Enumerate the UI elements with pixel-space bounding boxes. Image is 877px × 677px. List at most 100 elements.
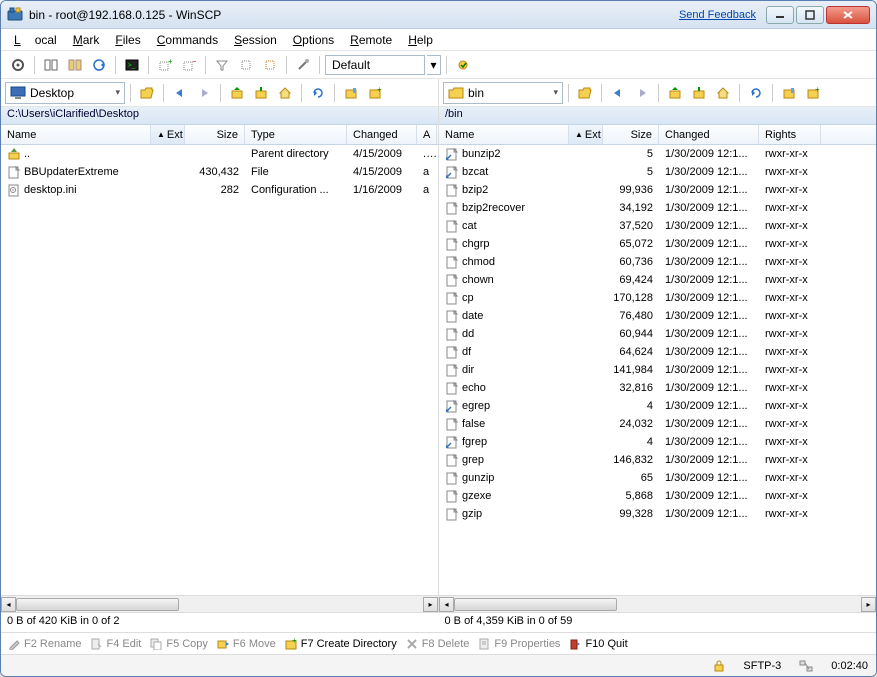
- cmd-rename[interactable]: F2 Rename: [7, 637, 81, 651]
- remote-bookmark-icon[interactable]: [778, 82, 800, 104]
- local-grid-body[interactable]: ..Parent directory4/15/2009...BBUpdaterE…: [1, 145, 438, 595]
- cmd-create-directory[interactable]: +F7 Create Directory: [284, 637, 397, 651]
- remote-root-icon[interactable]: [688, 82, 710, 104]
- gear-icon[interactable]: [7, 54, 29, 76]
- menu-session[interactable]: Session: [227, 31, 284, 49]
- table-row[interactable]: bzip299,9361/30/2009 12:1...rwxr-xr-x: [439, 181, 876, 199]
- local-col-type[interactable]: Type: [245, 125, 347, 144]
- table-row[interactable]: gzip99,3281/30/2009 12:1...rwxr-xr-x: [439, 505, 876, 523]
- remote-home-icon[interactable]: [712, 82, 734, 104]
- table-row[interactable]: echo32,8161/30/2009 12:1...rwxr-xr-x: [439, 379, 876, 397]
- table-row[interactable]: ..Parent directory4/15/2009...: [1, 145, 438, 163]
- remote-refresh-icon[interactable]: [745, 82, 767, 104]
- cmd-delete[interactable]: F8 Delete: [405, 637, 470, 651]
- table-row[interactable]: df64,6241/30/2009 12:1...rwxr-xr-x: [439, 343, 876, 361]
- local-bookmark-icon[interactable]: [340, 82, 362, 104]
- table-row[interactable]: BBUpdaterExtreme430,432File4/15/2009a: [1, 163, 438, 181]
- remote-col-name[interactable]: Name: [439, 125, 569, 144]
- quit-icon: [568, 637, 582, 651]
- sync-browse-icon[interactable]: [40, 54, 62, 76]
- table-row[interactable]: dir141,9841/30/2009 12:1...rwxr-xr-x: [439, 361, 876, 379]
- local-back-icon[interactable]: [169, 82, 191, 104]
- table-row[interactable]: cat37,5201/30/2009 12:1...rwxr-xr-x: [439, 217, 876, 235]
- remote-status: 0 B of 4,359 KiB in 0 of 59: [439, 613, 877, 632]
- menu-options[interactable]: Options: [286, 31, 341, 49]
- remote-bookmark-add-icon[interactable]: +: [802, 82, 824, 104]
- queue-add-icon[interactable]: +: [154, 54, 176, 76]
- remote-drive-combo[interactable]: bin ▾: [443, 82, 563, 104]
- local-drive-combo[interactable]: Desktop ▾: [5, 82, 125, 104]
- close-button[interactable]: [826, 6, 870, 24]
- menu-local[interactable]: Local: [7, 31, 64, 49]
- terminal-icon[interactable]: >_: [121, 54, 143, 76]
- local-home-icon[interactable]: [274, 82, 296, 104]
- transfer-settings-icon[interactable]: [452, 54, 474, 76]
- compare-dirs-icon[interactable]: [64, 54, 86, 76]
- transfer-preset-combo[interactable]: Default: [325, 55, 425, 75]
- remote-hscroll[interactable]: ◂ ▸: [439, 595, 876, 612]
- local-parent-icon[interactable]: [226, 82, 248, 104]
- file-icon: [7, 147, 21, 161]
- remote-grid-body[interactable]: bunzip251/30/2009 12:1...rwxr-xr-xbzcat5…: [439, 145, 876, 595]
- table-row[interactable]: egrep41/30/2009 12:1...rwxr-xr-x: [439, 397, 876, 415]
- table-row[interactable]: fgrep41/30/2009 12:1...rwxr-xr-x: [439, 433, 876, 451]
- local-col-size[interactable]: Size: [185, 125, 245, 144]
- local-refresh-icon[interactable]: [307, 82, 329, 104]
- local-hscroll[interactable]: ◂ ▸: [1, 595, 438, 612]
- table-row[interactable]: bzip2recover34,1921/30/2009 12:1...rwxr-…: [439, 199, 876, 217]
- local-col-changed[interactable]: Changed: [347, 125, 417, 144]
- remote-back-icon[interactable]: [607, 82, 629, 104]
- remote-col-ext[interactable]: ▲Ext: [569, 125, 603, 144]
- filter-icon[interactable]: [211, 54, 233, 76]
- cmd-quit[interactable]: F10 Quit: [568, 637, 627, 651]
- cmd-move[interactable]: F6 Move: [216, 637, 276, 651]
- file-icon: [445, 435, 459, 449]
- menu-remote[interactable]: Remote: [343, 31, 399, 49]
- menu-files[interactable]: Files: [108, 31, 147, 49]
- queue-remove-icon[interactable]: −: [178, 54, 200, 76]
- transfer-preset-dropdown[interactable]: ▾: [427, 55, 441, 75]
- delete-icon: [405, 637, 419, 651]
- local-fwd-icon[interactable]: [193, 82, 215, 104]
- remote-col-changed[interactable]: Changed: [659, 125, 759, 144]
- table-row[interactable]: date76,4801/30/2009 12:1...rwxr-xr-x: [439, 307, 876, 325]
- table-row[interactable]: dd60,9441/30/2009 12:1...rwxr-xr-x: [439, 325, 876, 343]
- table-row[interactable]: desktop.ini282Configuration ...1/16/2009…: [1, 181, 438, 199]
- minimize-button[interactable]: [766, 6, 794, 24]
- remote-open-folder-icon[interactable]: [574, 82, 596, 104]
- local-bookmark-add-icon[interactable]: +: [364, 82, 386, 104]
- table-row[interactable]: chgrp65,0721/30/2009 12:1...rwxr-xr-x: [439, 235, 876, 253]
- local-root-icon[interactable]: [250, 82, 272, 104]
- local-panel: Desktop ▾ + C:\Users\iClarified\Desktop: [1, 79, 439, 612]
- table-row[interactable]: bzcat51/30/2009 12:1...rwxr-xr-x: [439, 163, 876, 181]
- remote-fwd-icon[interactable]: [631, 82, 653, 104]
- table-row[interactable]: gzexe5,8681/30/2009 12:1...rwxr-xr-x: [439, 487, 876, 505]
- remote-col-size[interactable]: Size: [603, 125, 659, 144]
- table-row[interactable]: false24,0321/30/2009 12:1...rwxr-xr-x: [439, 415, 876, 433]
- select-icon[interactable]: [259, 54, 281, 76]
- mask-icon[interactable]: [235, 54, 257, 76]
- maximize-button[interactable]: [796, 6, 824, 24]
- send-feedback-link[interactable]: Send Feedback: [679, 9, 756, 21]
- remote-parent-icon[interactable]: [664, 82, 686, 104]
- menu-mark[interactable]: Mark: [66, 31, 107, 49]
- table-row[interactable]: chmod60,7361/30/2009 12:1...rwxr-xr-x: [439, 253, 876, 271]
- local-col-name[interactable]: Name: [1, 125, 151, 144]
- sync-icon[interactable]: [88, 54, 110, 76]
- table-row[interactable]: gunzip651/30/2009 12:1...rwxr-xr-x: [439, 469, 876, 487]
- table-row[interactable]: grep146,8321/30/2009 12:1...rwxr-xr-x: [439, 451, 876, 469]
- remote-col-rights[interactable]: Rights: [759, 125, 821, 144]
- table-row[interactable]: bunzip251/30/2009 12:1...rwxr-xr-x: [439, 145, 876, 163]
- local-col-attr[interactable]: A: [417, 125, 437, 144]
- cmd-edit[interactable]: F4 Edit: [89, 637, 141, 651]
- table-row[interactable]: cp170,1281/30/2009 12:1...rwxr-xr-x: [439, 289, 876, 307]
- local-open-folder-icon[interactable]: [136, 82, 158, 104]
- menu-commands[interactable]: Commands: [150, 31, 225, 49]
- menu-help[interactable]: Help: [401, 31, 440, 49]
- preferences-icon[interactable]: [292, 54, 314, 76]
- table-row[interactable]: chown69,4241/30/2009 12:1...rwxr-xr-x: [439, 271, 876, 289]
- local-grid-header: Name ▲Ext Size Type Changed A: [1, 125, 438, 145]
- cmd-copy[interactable]: F5 Copy: [149, 637, 208, 651]
- local-col-ext[interactable]: ▲Ext: [151, 125, 185, 144]
- cmd-properties[interactable]: F9 Properties: [477, 637, 560, 651]
